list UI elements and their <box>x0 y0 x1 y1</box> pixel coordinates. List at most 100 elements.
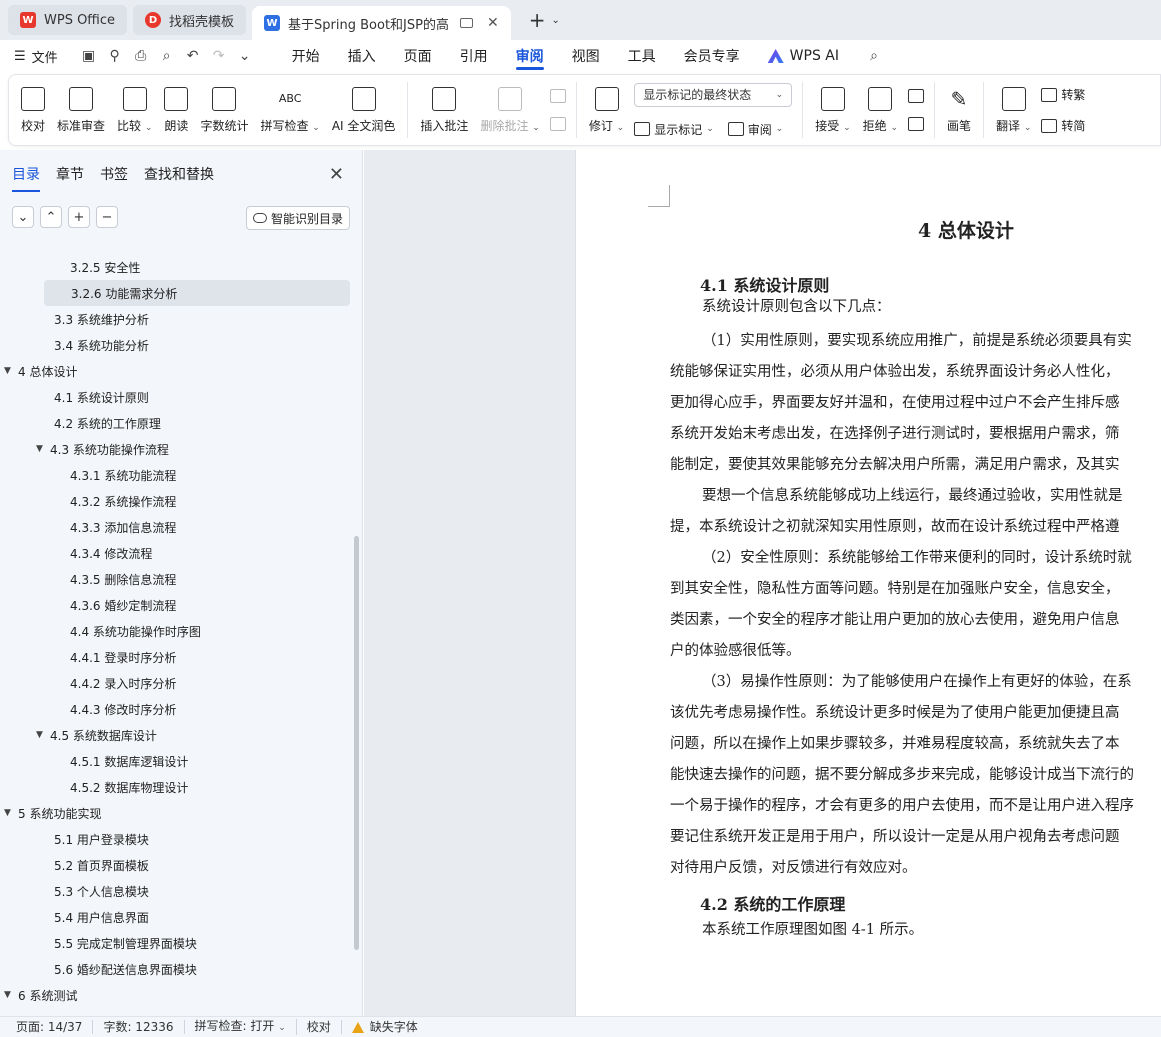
menu-review[interactable]: 审阅 <box>502 40 558 72</box>
previous-comment-icon[interactable] <box>549 89 566 103</box>
tab-document[interactable]: W 基于Spring Boot和JSP的高级 ✕ <box>252 6 511 40</box>
compare-button[interactable]: 比较 ⌄ <box>111 77 158 143</box>
toc-item[interactable]: ▼ 4.3 系统功能操作流程 <box>0 436 356 462</box>
remove-level-icon[interactable]: − <box>96 206 118 228</box>
word-count-button[interactable]: 字数统计 <box>194 77 254 143</box>
next-change-icon[interactable] <box>908 117 924 131</box>
toc-item[interactable]: 4.3.1 系统功能流程 <box>0 462 356 488</box>
pen-button[interactable]: ✎ 画笔 <box>941 77 977 143</box>
spell-check-indicator[interactable]: 拼写检查: 打开 ⌄ <box>185 1019 297 1035</box>
toc-item[interactable]: 5.2 首页界面模板 <box>0 852 356 878</box>
toc-item[interactable]: 4.4.1 登录时序分析 <box>0 644 356 670</box>
toc-item[interactable]: 5.1 用户登录模块 <box>0 826 356 852</box>
spell-check-button[interactable]: ABC 拼写检查 ⌄ <box>254 77 325 143</box>
expand-caret-icon[interactable]: ▼ <box>36 730 50 740</box>
menu-view[interactable]: 视图 <box>558 40 614 72</box>
collapse-icon[interactable]: ⌄ <box>12 206 34 228</box>
to-simplified-button[interactable]: 转简 <box>1041 117 1085 134</box>
menu-tools[interactable]: 工具 <box>614 40 670 72</box>
show-markup-button[interactable]: 显示标记 ⌄ <box>634 121 714 138</box>
to-traditional-button[interactable]: 转繁 <box>1041 86 1085 103</box>
monitor-icon[interactable] <box>460 18 474 28</box>
proof-indicator[interactable]: 校对 <box>297 1020 342 1034</box>
previous-change-icon[interactable] <box>908 89 924 103</box>
toc-item[interactable]: ▼ 4.5 系统数据库设计 <box>0 722 356 748</box>
toc-item[interactable]: 5.5 完成定制管理界面模块 <box>0 930 356 956</box>
tab-bookmarks[interactable]: 书签 <box>100 164 128 192</box>
close-panel-icon[interactable]: ✕ <box>329 164 344 185</box>
delete-comment-button[interactable]: 删除批注 ⌄ <box>474 77 545 143</box>
tab-toc[interactable]: 目录 <box>12 164 40 192</box>
word-count-indicator[interactable]: 字数: 12336 <box>93 1020 185 1034</box>
missing-font-indicator[interactable]: 缺失字体 <box>342 1020 428 1034</box>
toc-item[interactable]: 4.3.5 删除信息流程 <box>0 566 356 592</box>
expand-icon[interactable]: ⌃ <box>40 206 62 228</box>
toc-item[interactable]: 4.2 系统的工作原理 <box>0 410 356 436</box>
toc-item[interactable]: 3.4 系统功能分析 <box>0 332 356 358</box>
print-icon[interactable]: ⎙ <box>128 45 154 67</box>
standard-review-button[interactable]: 标准审查 <box>51 77 111 143</box>
menu-insert[interactable]: 插入 <box>334 40 390 72</box>
menu-page[interactable]: 页面 <box>390 40 446 72</box>
ai-polish-button[interactable]: AI 全文润色 <box>326 77 402 143</box>
print-preview-icon[interactable]: ⌕ <box>154 45 180 67</box>
toc-item[interactable]: ▼ 6 系统测试 <box>0 982 356 1008</box>
accept-button[interactable]: 接受 ⌄ <box>809 77 856 143</box>
toc-item[interactable]: 5.3 个人信息模块 <box>0 878 356 904</box>
new-tab-icon[interactable]: + <box>529 8 546 32</box>
toc-item[interactable]: ▼ 5 系统功能实现 <box>0 800 356 826</box>
smart-toc-button[interactable]: 智能识别目录 <box>245 206 350 230</box>
menu-wps-ai[interactable]: WPS AI <box>754 40 853 72</box>
tab-sections[interactable]: 章节 <box>56 164 84 192</box>
menu-member[interactable]: 会员专享 <box>670 40 754 72</box>
toc-item[interactable]: 5.6 婚纱配送信息界面模块 <box>0 956 356 982</box>
toc-item[interactable]: 3.2.6 功能需求分析 <box>44 280 350 306</box>
review-pane-button[interactable]: 审阅 ⌄ <box>727 121 783 138</box>
toc-item[interactable]: 4.4.2 录入时序分析 <box>0 670 356 696</box>
read-aloud-button[interactable]: 朗读 <box>158 77 194 143</box>
close-tab-icon[interactable]: ✕ <box>487 15 499 31</box>
page-indicator[interactable]: 页面: 14/37 <box>16 1020 94 1034</box>
document-page[interactable]: 4 总体设计 4.1 系统设计原则 系统设计原则包含以下几点： （1）实用性原则，… <box>575 150 1161 1016</box>
tab-wps-office[interactable]: W WPS Office <box>8 5 128 35</box>
expand-caret-icon[interactable]: ▼ <box>36 444 50 454</box>
share-icon[interactable]: ⚲ <box>102 45 128 67</box>
toc-item[interactable]: 4.3.4 修改流程 <box>0 540 356 566</box>
toc-item[interactable]: 4.3.3 添加信息流程 <box>0 514 356 540</box>
menu-references[interactable]: 引用 <box>446 40 502 72</box>
document-line: 问题，所以在操作上如果步骤较多，并难易程度较高，系统就失去了本 <box>670 736 1120 752</box>
markup-state-dropdown[interactable]: 显示标记的最终状态 ⌄ <box>634 82 793 107</box>
toc-item[interactable]: 4.3.6 婚纱定制流程 <box>0 592 356 618</box>
revise-button[interactable]: 修订 ⌄ <box>583 77 630 143</box>
insert-comment-button[interactable]: 插入批注 <box>414 77 474 143</box>
proof-button[interactable]: 校对 <box>15 77 51 143</box>
save-icon[interactable]: ▣ <box>76 45 102 67</box>
toc-item[interactable]: 4.1 系统设计原则 <box>0 384 356 410</box>
search-icon[interactable]: ⌕ <box>861 45 887 67</box>
expand-caret-icon[interactable]: ▼ <box>4 990 18 1000</box>
menu-home[interactable]: 开始 <box>278 40 334 72</box>
toc-item[interactable]: 3.2.5 安全性 <box>0 254 356 280</box>
tab-find-replace[interactable]: 查找和替换 <box>144 164 214 192</box>
chevron-down-icon[interactable]: ⌄ <box>552 15 560 26</box>
toc-item[interactable]: 4.5.2 数据库物理设计 <box>0 774 356 800</box>
more-chevron-icon[interactable]: ⌄ <box>232 45 258 67</box>
expand-caret-icon[interactable]: ▼ <box>4 366 18 376</box>
undo-icon[interactable]: ↶ <box>180 45 206 67</box>
redo-icon[interactable]: ↷ <box>206 45 232 67</box>
tab-docer-templates[interactable]: D 找稻壳模板 <box>133 5 247 35</box>
toc-item[interactable]: 4.3.2 系统操作流程 <box>0 488 356 514</box>
next-comment-icon[interactable] <box>549 117 566 131</box>
reject-button[interactable]: 拒绝 ⌄ <box>857 77 904 143</box>
toc-item[interactable]: ▼ 4 总体设计 <box>0 358 356 384</box>
translate-button[interactable]: 翻译 ⌄ <box>990 77 1037 143</box>
toc-item[interactable]: 5.4 用户信息界面 <box>0 904 356 930</box>
toc-item[interactable]: 4.4 系统功能操作时序图 <box>0 618 356 644</box>
panel-scrollbar[interactable] <box>354 536 359 950</box>
add-level-icon[interactable]: + <box>68 206 90 228</box>
toc-item[interactable]: 4.5.1 数据库逻辑设计 <box>0 748 356 774</box>
file-menu[interactable]: ☰ 文件 <box>14 47 58 66</box>
toc-item[interactable]: 3.3 系统维护分析 <box>0 306 356 332</box>
toc-item[interactable]: 4.4.3 修改时序分析 <box>0 696 356 722</box>
expand-caret-icon[interactable]: ▼ <box>4 808 18 818</box>
